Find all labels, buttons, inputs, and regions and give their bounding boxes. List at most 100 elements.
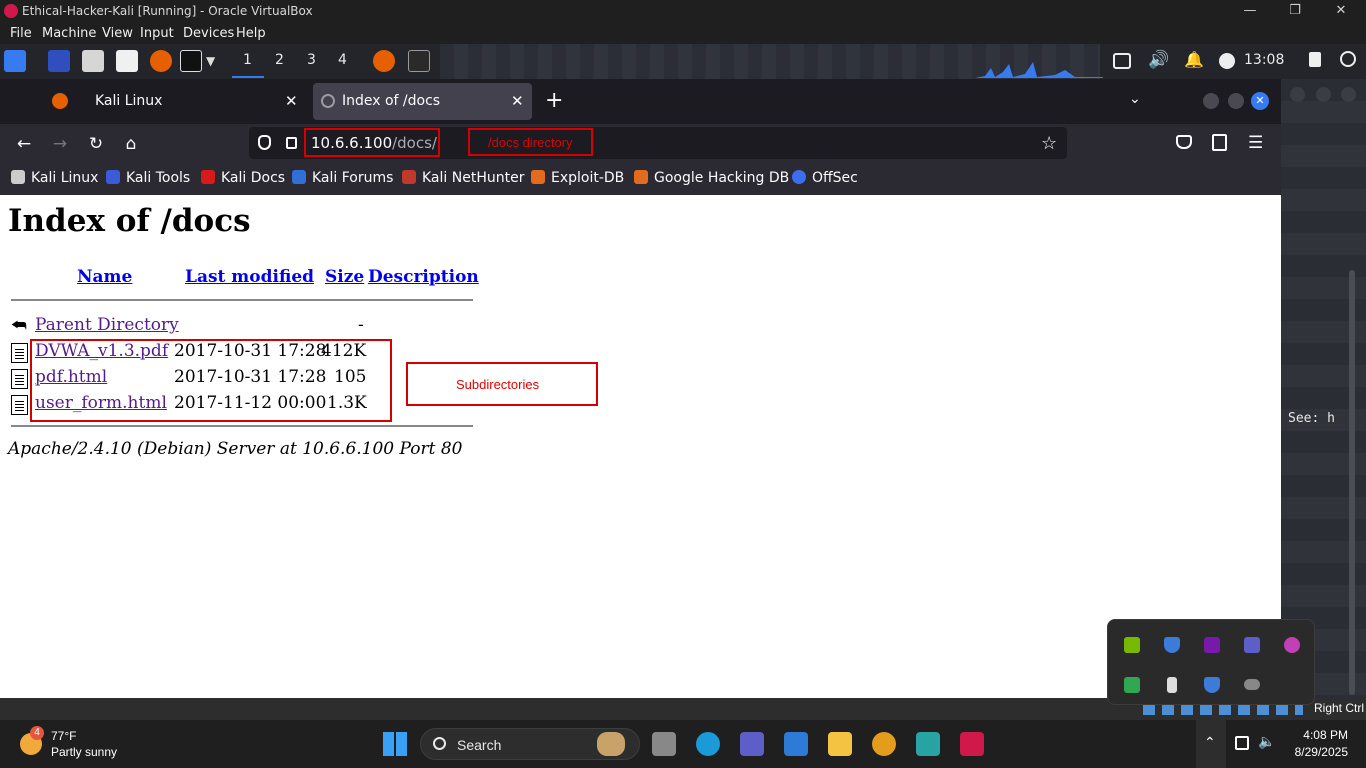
panel-clock[interactable]: 13:08 bbox=[1244, 52, 1284, 68]
show-desktop-icon[interactable] bbox=[48, 50, 70, 72]
display-icon[interactable] bbox=[1235, 736, 1249, 750]
tab-kali-linux[interactable]: Kali Linux ✕ bbox=[80, 83, 307, 120]
column-last-modified-link[interactable]: Last modified bbox=[185, 267, 314, 287]
menu-view[interactable]: View bbox=[102, 26, 133, 41]
notification-bell-icon[interactable]: 🔔 bbox=[1184, 50, 1204, 69]
tab-close-icon[interactable]: ✕ bbox=[511, 92, 524, 110]
column-size-link[interactable]: Size bbox=[325, 267, 364, 287]
kali-docs-icon bbox=[201, 170, 215, 184]
network-icon[interactable] bbox=[1113, 53, 1131, 69]
tab-label: Index of /docs bbox=[342, 93, 441, 109]
workspace-3[interactable]: 3 bbox=[307, 52, 316, 68]
parent-directory-link[interactable]: Parent Directory bbox=[35, 315, 179, 335]
bookmark-kali-nethunter[interactable]: Kali NetHunter bbox=[402, 170, 524, 186]
volume-icon[interactable]: 🔊 bbox=[1148, 50, 1169, 70]
power-manager-icon[interactable] bbox=[1219, 53, 1235, 69]
tracking-shield-icon[interactable] bbox=[258, 135, 271, 150]
reload-icon[interactable]: ↻ bbox=[85, 133, 107, 155]
windows-search-box[interactable]: Search bbox=[420, 728, 640, 760]
copilot-icon[interactable] bbox=[1284, 637, 1300, 653]
speaker-icon[interactable]: 🔈 bbox=[1258, 733, 1275, 750]
lock-screen-icon[interactable] bbox=[1309, 52, 1321, 67]
menu-help[interactable]: Help bbox=[236, 26, 266, 41]
bookmark-kali-forums[interactable]: Kali Forums bbox=[292, 170, 393, 186]
close-window-icon[interactable]: ✕ bbox=[1251, 92, 1269, 110]
list-all-tabs-icon[interactable]: ⌄ bbox=[1129, 91, 1141, 107]
file-explorer-icon[interactable] bbox=[828, 732, 852, 756]
column-description-link[interactable]: Description bbox=[368, 267, 479, 287]
edge-icon[interactable] bbox=[696, 732, 720, 756]
maximize-circle-icon[interactable] bbox=[1228, 93, 1244, 109]
terminal-launcher-icon[interactable] bbox=[180, 50, 202, 72]
menu-input[interactable]: Input bbox=[140, 26, 174, 41]
weather-temperature[interactable]: 77°F bbox=[51, 729, 76, 743]
usb-icon[interactable] bbox=[1167, 677, 1177, 693]
hamburger-menu-icon[interactable]: ☰ bbox=[1248, 133, 1263, 153]
new-tab-icon[interactable]: + bbox=[545, 88, 563, 113]
column-name-link[interactable]: Name bbox=[77, 267, 132, 287]
tray-overflow-button[interactable]: ⌃ bbox=[1196, 720, 1226, 768]
restore-icon[interactable]: ❐ bbox=[1286, 2, 1304, 20]
defender-shield-icon[interactable] bbox=[1164, 637, 1180, 653]
virtualbox-taskbar-icon[interactable] bbox=[960, 732, 984, 756]
bookmark-kali-linux[interactable]: Kali Linux bbox=[11, 170, 98, 186]
text-editor-icon[interactable] bbox=[116, 50, 138, 72]
cpu-graph bbox=[975, 62, 1103, 78]
bookmark-kali-tools[interactable]: Kali Tools bbox=[106, 170, 190, 186]
bookmark-google-hacking-db[interactable]: Google Hacking DB bbox=[634, 170, 789, 186]
forward-icon[interactable]: → bbox=[49, 133, 71, 155]
divider bbox=[11, 425, 473, 427]
windows-start-icon[interactable] bbox=[383, 732, 407, 756]
onedrive-off-icon[interactable] bbox=[1244, 679, 1260, 690]
firefox-view-icon[interactable] bbox=[52, 93, 68, 109]
taskbar-date[interactable]: 8/29/2025 bbox=[1295, 745, 1348, 759]
bookmark-offsec[interactable]: OffSec bbox=[792, 170, 858, 186]
workspace-2[interactable]: 2 bbox=[275, 52, 284, 68]
terminal-window-icon[interactable] bbox=[408, 50, 430, 72]
home-icon[interactable]: ⌂ bbox=[120, 133, 142, 155]
nvidia-icon[interactable] bbox=[1124, 637, 1140, 653]
bookmark-star-icon[interactable]: ☆ bbox=[1041, 133, 1057, 154]
text-file-icon bbox=[11, 369, 28, 389]
menu-devices[interactable]: Devices bbox=[183, 26, 234, 41]
pocket-icon[interactable] bbox=[1176, 135, 1192, 149]
text-file-icon bbox=[11, 395, 28, 415]
weather-description[interactable]: Partly sunny bbox=[51, 745, 117, 759]
onenote-icon[interactable] bbox=[1204, 637, 1220, 653]
app-tray-icon[interactable] bbox=[1124, 677, 1140, 693]
windows-taskbar: 4 77°F Partly sunny Search ⌃ 🔈 4:08 PM 8… bbox=[0, 720, 1366, 768]
tab-close-icon[interactable]: ✕ bbox=[285, 92, 298, 110]
back-icon[interactable]: ← bbox=[13, 133, 35, 155]
security-alert-icon[interactable] bbox=[1204, 677, 1220, 693]
workspace-1[interactable]: 1 bbox=[243, 52, 252, 68]
vscode-like-icon[interactable] bbox=[916, 732, 940, 756]
divider bbox=[11, 299, 473, 301]
teams-tray-icon[interactable] bbox=[1244, 637, 1260, 653]
kali-menu-icon[interactable] bbox=[4, 50, 26, 72]
page-content: Index of /docs Name Last modified Size D… bbox=[0, 195, 1281, 698]
microsoft-store-icon[interactable] bbox=[784, 732, 808, 756]
bookmark-kali-docs[interactable]: Kali Docs bbox=[201, 170, 285, 186]
file-manager-icon[interactable] bbox=[82, 50, 104, 72]
tab-index-of-docs[interactable]: Index of /docs ✕ bbox=[313, 83, 532, 120]
terminal-scrollbar[interactable] bbox=[1349, 270, 1355, 695]
minimize-circle-icon[interactable] bbox=[1203, 93, 1219, 109]
logout-icon[interactable] bbox=[1340, 51, 1356, 67]
firefox-launcher-icon[interactable] bbox=[150, 50, 172, 72]
menu-file[interactable]: File bbox=[10, 26, 32, 41]
kali-tools-icon bbox=[106, 170, 120, 184]
task-view-icon[interactable] bbox=[652, 732, 676, 756]
insecure-lock-icon[interactable] bbox=[286, 137, 297, 149]
chevron-down-icon[interactable]: ▼ bbox=[206, 54, 215, 68]
teams-icon[interactable] bbox=[740, 732, 764, 756]
taskbar-time[interactable]: 4:08 PM bbox=[1303, 728, 1348, 742]
extensions-icon[interactable] bbox=[1212, 134, 1227, 151]
menu-machine[interactable]: Machine bbox=[42, 26, 96, 41]
firefox-window-icon[interactable] bbox=[373, 50, 395, 72]
clock-app-icon[interactable] bbox=[872, 732, 896, 756]
search-placeholder: Search bbox=[457, 737, 502, 753]
bookmark-exploit-db[interactable]: Exploit-DB bbox=[531, 170, 624, 186]
minimize-icon[interactable]: — bbox=[1241, 2, 1259, 20]
workspace-4[interactable]: 4 bbox=[338, 52, 347, 68]
close-icon[interactable]: ✕ bbox=[1332, 2, 1350, 20]
